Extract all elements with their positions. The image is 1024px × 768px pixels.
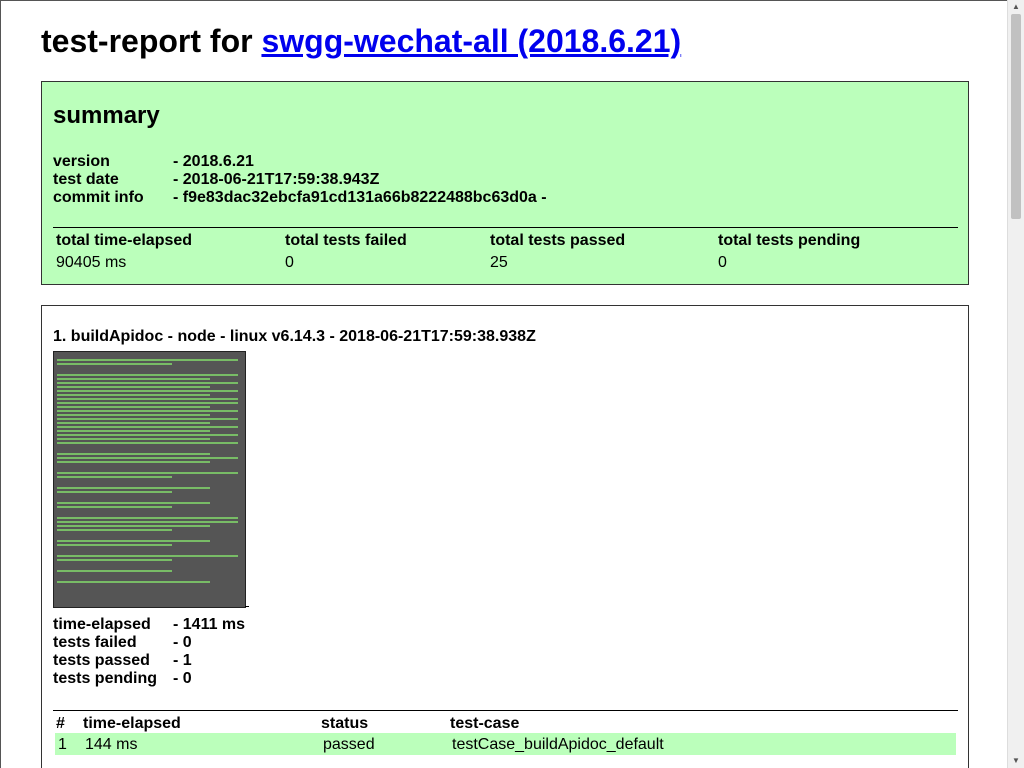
title-prefix: test-report for — [41, 23, 262, 59]
test-date-value: - 2018-06-21T17:59:38.943Z — [173, 171, 380, 188]
col-total-tests-failed: total tests failed — [285, 232, 407, 249]
vertical-scrollbar[interactable]: ▲ ▼ — [1007, 0, 1024, 768]
total-tests-pending-value: 0 — [718, 254, 727, 271]
test-case-table: # time-elapsed status test-case 1 144 ms… — [53, 710, 958, 755]
col-number: # — [56, 715, 65, 732]
total-tests-passed-value: 25 — [490, 254, 508, 271]
case-number: 1 — [58, 736, 67, 753]
col-time-elapsed: time-elapsed — [83, 715, 181, 732]
case-name: testCase_buildApidoc_default — [452, 736, 664, 753]
thumbnail-dash — [245, 606, 249, 607]
stat-value: - 0 — [173, 670, 192, 687]
summary-heading: summary — [53, 102, 160, 129]
version-label: version — [53, 153, 110, 170]
col-total-time-elapsed: total time-elapsed — [56, 232, 193, 249]
stat-tests-pending: tests pending - 0 — [53, 670, 192, 688]
terminal-screenshot[interactable] — [53, 351, 246, 608]
stat-label: time-elapsed — [53, 616, 151, 633]
summary-table: total time-elapsed total tests failed to… — [53, 227, 958, 272]
case-time-elapsed: 144 ms — [85, 736, 138, 753]
version-value: - 2018.6.21 — [173, 153, 254, 170]
stat-time-elapsed: time-elapsed - 1411 ms — [53, 616, 245, 634]
test-date-label: test date — [53, 171, 119, 188]
test-heading: 1. buildApidoc - node - linux v6.14.3 - … — [53, 328, 536, 345]
commit-info-row: commit info - f9e83dac32ebcfa91cd131a66b8… — [53, 189, 547, 207]
stat-tests-failed: tests failed - 0 — [53, 634, 192, 652]
col-total-tests-passed: total tests passed — [490, 232, 626, 249]
stat-value: - 0 — [173, 634, 192, 651]
page-frame: test-report for swgg-wechat-all (2018.6.… — [0, 0, 1007, 768]
case-status: passed — [323, 736, 375, 753]
col-status: status — [321, 715, 369, 732]
stat-value: - 1411 ms — [173, 616, 246, 633]
stat-value: - 1 — [173, 652, 192, 669]
test-detail-panel: 1. buildApidoc - node - linux v6.14.3 - … — [41, 305, 969, 768]
commit-info-value: - f9e83dac32ebcfa91cd131a66b8222488bc63d… — [173, 189, 547, 206]
stat-label: tests failed — [53, 634, 137, 651]
total-time-elapsed-value: 90405 ms — [56, 254, 127, 271]
summary-table-header: total time-elapsed total tests failed to… — [53, 228, 958, 250]
table-row: 1 144 ms passed testCase_buildApidoc_def… — [55, 733, 956, 755]
summary-panel: summary version - 2018.6.21 test date - 20… — [41, 81, 969, 285]
stat-tests-passed: tests passed - 1 — [53, 652, 192, 670]
page-title: test-report for swgg-wechat-all (2018.6.… — [41, 23, 681, 60]
scrollbar-thumb[interactable] — [1011, 14, 1021, 219]
project-link[interactable]: swgg-wechat-all (2018.6.21) — [261, 23, 681, 59]
stat-label: tests passed — [53, 652, 150, 669]
test-date-row: test date - 2018-06-21T17:59:38.943Z — [53, 171, 379, 189]
stat-label: tests pending — [53, 670, 158, 687]
summary-table-row: 90405 ms 0 25 0 — [53, 250, 958, 272]
col-test-case: test-case — [450, 715, 520, 732]
version-row: version - 2018.6.21 — [53, 153, 254, 171]
total-tests-failed-value: 0 — [285, 254, 294, 271]
col-total-tests-pending: total tests pending — [718, 232, 861, 249]
scroll-up-arrow-icon[interactable]: ▲ — [1008, 0, 1024, 14]
commit-info-label: commit info — [53, 189, 144, 206]
test-case-table-header: # time-elapsed status test-case — [53, 711, 958, 733]
scroll-down-arrow-icon[interactable]: ▼ — [1008, 754, 1024, 768]
